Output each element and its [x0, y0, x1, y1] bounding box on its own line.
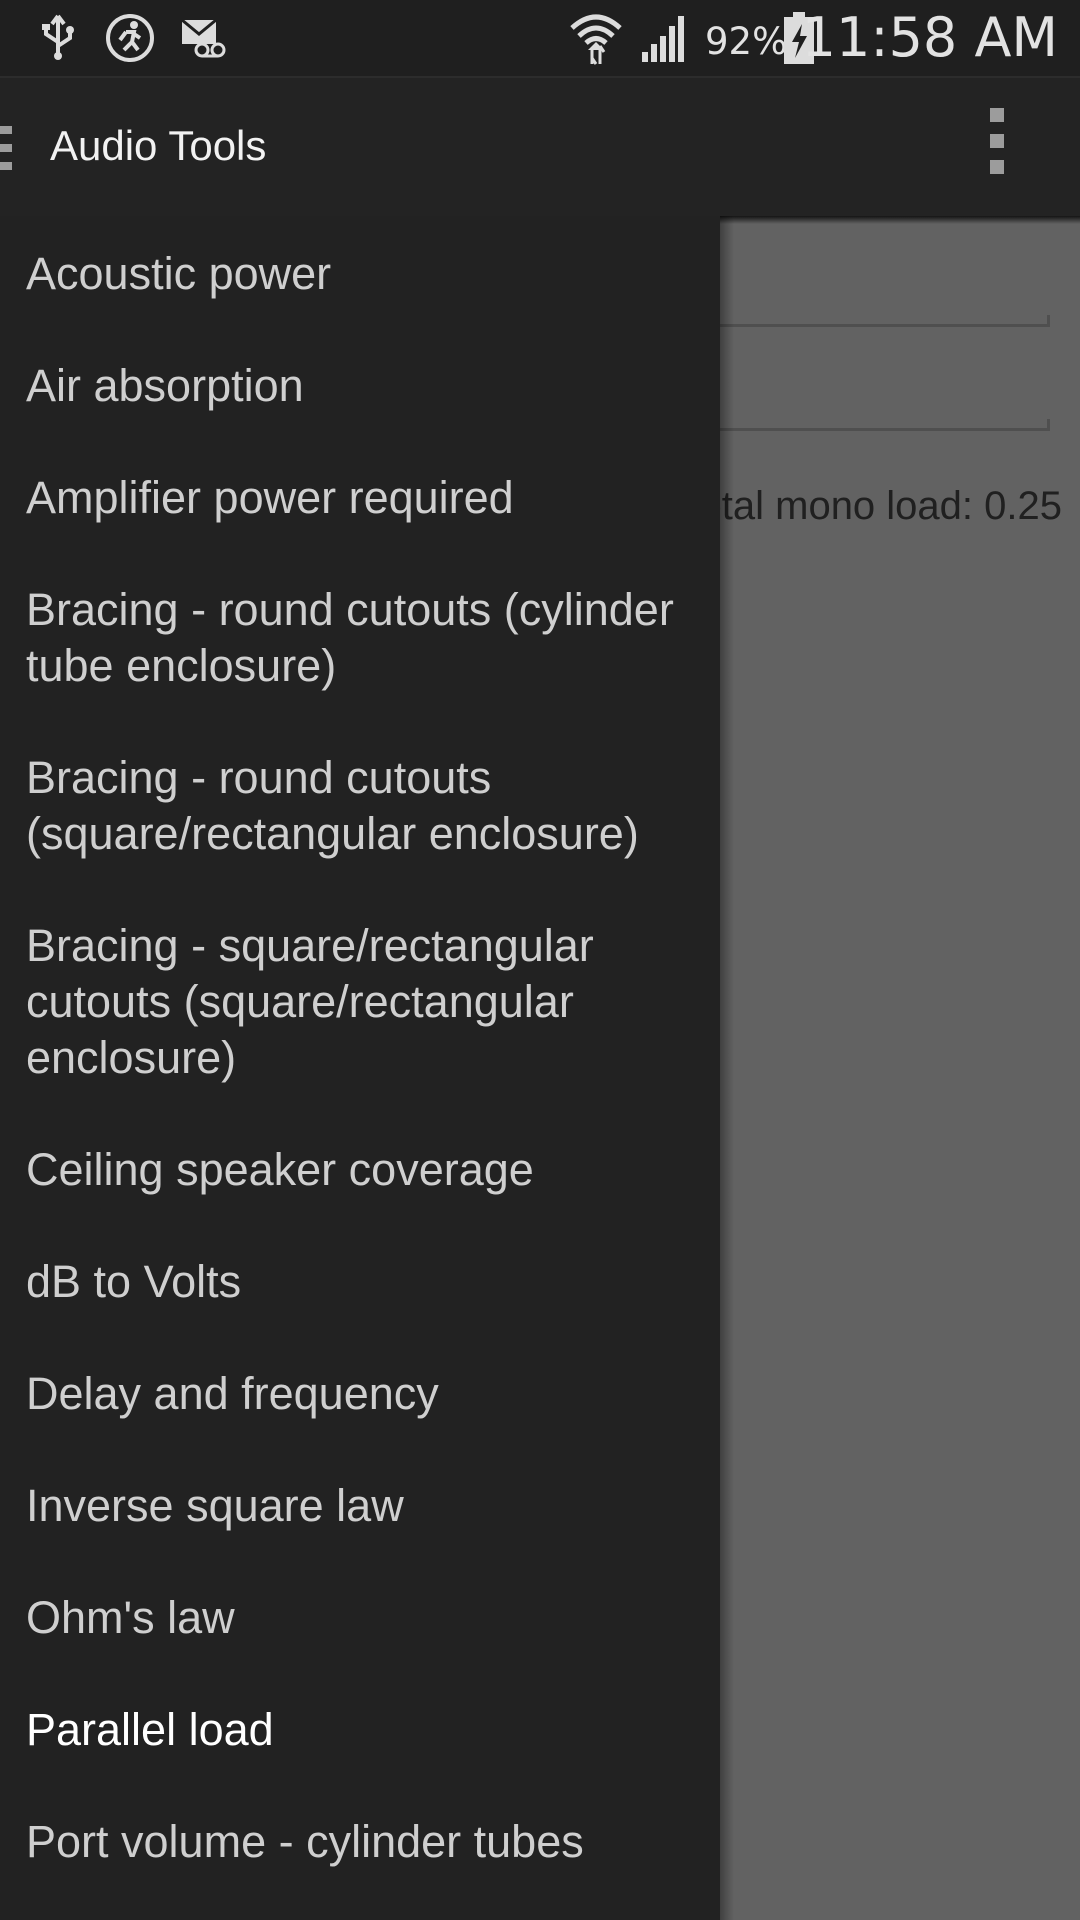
usb-icon [42, 14, 74, 60]
drawer-item[interactable]: Inverse square law [26, 1478, 706, 1534]
clock: 11:58 AM [801, 6, 1058, 69]
drawer-list: Acoustic power Air absorption Amplifier po… [26, 246, 706, 1920]
result-text: Total mono load: 0.25 [680, 484, 1062, 528]
action-bar: Audio Tools [0, 78, 1080, 216]
overflow-menu-icon[interactable] [982, 108, 1012, 188]
app-title: Audio Tools [50, 122, 267, 169]
input-underline[interactable] [720, 315, 1050, 327]
drawer-toggle-icon[interactable] [0, 126, 16, 170]
battery-percent: 92% [705, 20, 788, 63]
drawer-item[interactable]: Delay and frequency [26, 1366, 706, 1422]
wifi-icon [570, 14, 622, 65]
status-bar: 92% 11:58 AM [0, 0, 1080, 78]
drawer-item[interactable]: Bracing - round cutouts (square/rectangu… [26, 750, 706, 862]
drawer-item[interactable]: Port volume - cylinder tubes [26, 1814, 706, 1870]
drawer-shadow [720, 216, 734, 1920]
input-underline[interactable] [720, 419, 1050, 431]
drawer-item[interactable]: Bracing - square/rectangular cutouts (sq… [26, 918, 706, 1086]
voicemail-icon [181, 18, 226, 58]
navigation-drawer: Acoustic power Air absorption Amplifier po… [0, 216, 720, 1920]
drawer-item[interactable]: Parallel load [26, 1702, 706, 1758]
drawer-item[interactable]: Ceiling speaker coverage [26, 1142, 706, 1198]
drawer-item[interactable]: Air absorption [26, 358, 706, 414]
running-app-icon [106, 14, 154, 62]
drawer-item[interactable]: dB to Volts [26, 1254, 706, 1310]
signal-icon [642, 16, 684, 62]
drawer-item[interactable]: Amplifier power required [26, 470, 706, 526]
drawer-item[interactable]: Acoustic power [26, 246, 706, 302]
drawer-item[interactable]: Ohm's law [26, 1590, 706, 1646]
drawer-item[interactable]: Bracing - round cutouts (cylinder tube e… [26, 582, 706, 694]
